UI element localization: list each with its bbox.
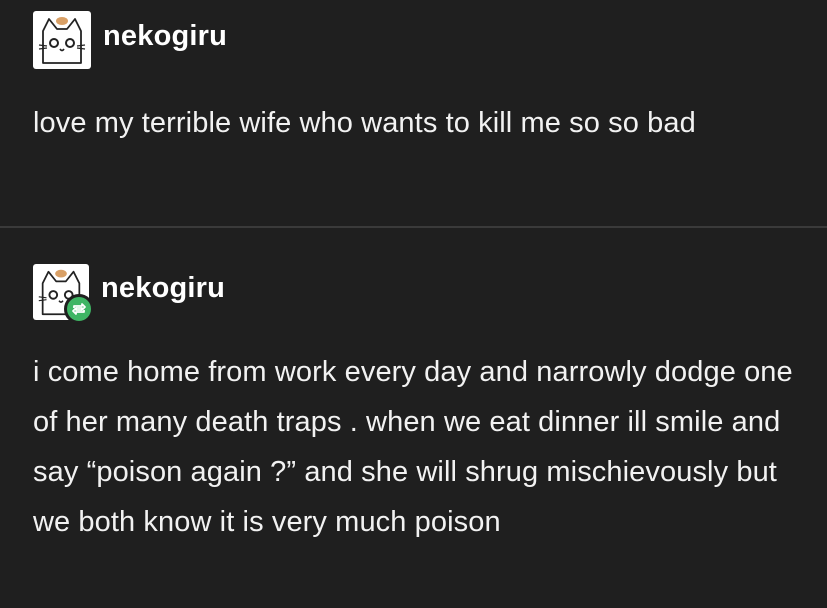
post-body: i come home from work every day and narr… bbox=[33, 356, 793, 538]
cat-face-icon bbox=[38, 17, 86, 64]
reblog-badge bbox=[64, 294, 94, 324]
username[interactable]: nekogiru bbox=[101, 272, 225, 305]
avatar[interactable] bbox=[33, 11, 91, 69]
post-body: love my terrible wife who wants to kill … bbox=[33, 107, 696, 139]
username[interactable]: nekogiru bbox=[103, 20, 227, 53]
post-original: nekogiru love my terrible wife who wants… bbox=[0, 0, 827, 226]
post-reblog: nekogiru i come home from work every day… bbox=[0, 228, 827, 608]
reblog-icon bbox=[72, 303, 86, 315]
